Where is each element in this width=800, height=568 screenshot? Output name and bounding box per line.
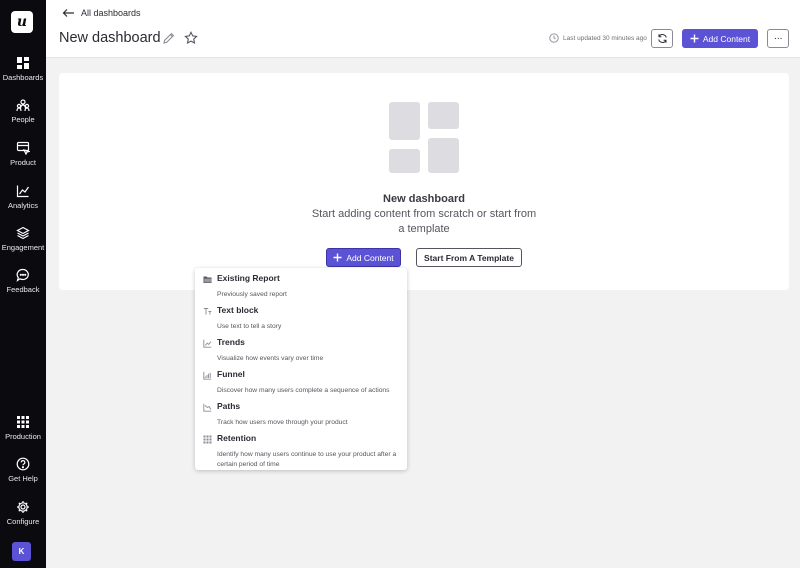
- sidebar-item-label: Configure: [6, 517, 40, 526]
- sidebar-item-dashboards[interactable]: Dashboards: [0, 56, 46, 82]
- empty-state-subtitle: Start adding content from scratch or sta…: [311, 208, 537, 235]
- menu-item-title: Paths: [217, 401, 241, 411]
- back-link-label: All dashboards: [81, 8, 141, 18]
- star-icon[interactable]: [184, 31, 198, 45]
- sidebar-item-get-help[interactable]: Get Help: [0, 457, 46, 483]
- empty-state-title: New dashboard: [383, 193, 465, 205]
- sidebar-item-label: Dashboards: [2, 73, 44, 82]
- sidebar-item-label: Get Help: [8, 474, 38, 483]
- add-content-button[interactable]: Add Content: [682, 29, 758, 48]
- clock-icon: [549, 33, 559, 43]
- feedback-icon: [16, 268, 29, 282]
- refresh-button[interactable]: [651, 29, 673, 48]
- start-from-template-button[interactable]: Start From A Template: [416, 248, 522, 267]
- trend-icon: [203, 339, 212, 348]
- menu-item-desc: Track how users move through your produc…: [217, 419, 348, 426]
- people-icon: [16, 99, 30, 112]
- sidebar-item-label: Product: [10, 158, 36, 167]
- menu-item-desc: Discover how many users complete a seque…: [217, 387, 390, 394]
- menu-item-funnel[interactable]: Funnel Discover how many users complete …: [195, 368, 407, 398]
- menu-item-title: Retention: [217, 433, 257, 443]
- dashboard-icon: [17, 57, 29, 69]
- text-icon: [203, 308, 212, 315]
- menu-item-desc: Use text to tell a story: [217, 323, 282, 330]
- menu-item-retention[interactable]: Retention Identify how many users contin…: [195, 432, 407, 470]
- gear-icon: [17, 501, 29, 513]
- sidebar-item-people[interactable]: People: [0, 98, 46, 124]
- menu-item-paths[interactable]: Paths Track how users move through your …: [195, 400, 407, 430]
- menu-item-title: Funnel: [217, 369, 245, 379]
- sidebar-item-label: Analytics: [7, 201, 38, 210]
- menu-item-desc: Previously saved report: [217, 291, 287, 298]
- more-icon: ···: [773, 33, 783, 44]
- menu-item-title: Trends: [217, 337, 245, 347]
- sidebar-item-configure[interactable]: Configure: [0, 500, 46, 526]
- menu-item-desc: Identify how many users continue to use …: [217, 451, 397, 468]
- sidebar-item-engagement[interactable]: Engagement: [0, 226, 46, 252]
- grid-icon: [17, 416, 29, 428]
- sidebar-item-analytics[interactable]: Analytics: [0, 184, 46, 210]
- pencil-icon[interactable]: [162, 32, 175, 45]
- plus-icon: [333, 253, 342, 262]
- folder-icon: [203, 276, 212, 283]
- help-icon: [16, 457, 30, 471]
- menu-item-title: Existing Report: [217, 273, 280, 283]
- placeholder-tile: [428, 138, 459, 173]
- engagement-icon: [16, 226, 30, 240]
- menu-item-existing-report[interactable]: Existing Report Previously saved report: [195, 272, 407, 302]
- menu-item-trends[interactable]: Trends Visualize how events vary over ti…: [195, 336, 407, 366]
- product-icon: [16, 141, 30, 155]
- back-link[interactable]: All dashboards: [62, 8, 141, 18]
- analytics-icon: [16, 185, 29, 198]
- sidebar-item-label: People: [11, 115, 35, 124]
- page-title: New dashboard: [59, 30, 161, 46]
- menu-item-text-block[interactable]: Text block Use text to tell a story: [195, 304, 407, 334]
- sidebar-item-feedback[interactable]: Feedback: [0, 268, 46, 294]
- add-content-label: Add Content: [702, 33, 751, 44]
- app-logo[interactable]: u: [11, 11, 33, 33]
- funnel-icon: [203, 371, 212, 380]
- sidebar-item-label: Production: [5, 432, 41, 441]
- placeholder-tile: [428, 102, 459, 129]
- last-updated-text: Last updated 30 minutes ago: [563, 34, 647, 42]
- add-content-menu: Existing Report Previously saved report …: [195, 268, 407, 470]
- refresh-icon: [657, 34, 667, 43]
- last-updated: Last updated 30 minutes ago: [549, 33, 647, 43]
- dashboard-empty-card: New dashboard Start adding content from …: [59, 73, 789, 290]
- arrow-left-icon: [62, 9, 74, 17]
- menu-item-desc: Visualize how events vary over time: [217, 355, 324, 362]
- add-content-main-button[interactable]: Add Content: [326, 248, 401, 267]
- sidebar: u Dashboards People Product Analytics En…: [0, 0, 46, 568]
- sidebar-item-label: Feedback: [6, 285, 40, 294]
- more-options-button[interactable]: ···: [767, 29, 789, 48]
- template-button-label: Start From A Template: [424, 252, 514, 263]
- placeholder-tile: [389, 102, 420, 140]
- menu-item-title: Text block: [217, 305, 259, 315]
- retention-icon: [203, 435, 212, 444]
- plus-icon: [690, 34, 699, 43]
- dashboard-placeholder-illustration: [389, 102, 460, 173]
- paths-icon: [203, 403, 212, 412]
- sidebar-item-production[interactable]: Production: [0, 415, 46, 441]
- placeholder-tile: [389, 149, 420, 173]
- avatar[interactable]: K: [12, 542, 31, 561]
- add-content-label: Add Content: [346, 252, 394, 263]
- header: All dashboards New dashboard Last update…: [46, 0, 800, 58]
- sidebar-item-product[interactable]: Product: [0, 141, 46, 167]
- sidebar-item-label: Engagement: [1, 243, 45, 252]
